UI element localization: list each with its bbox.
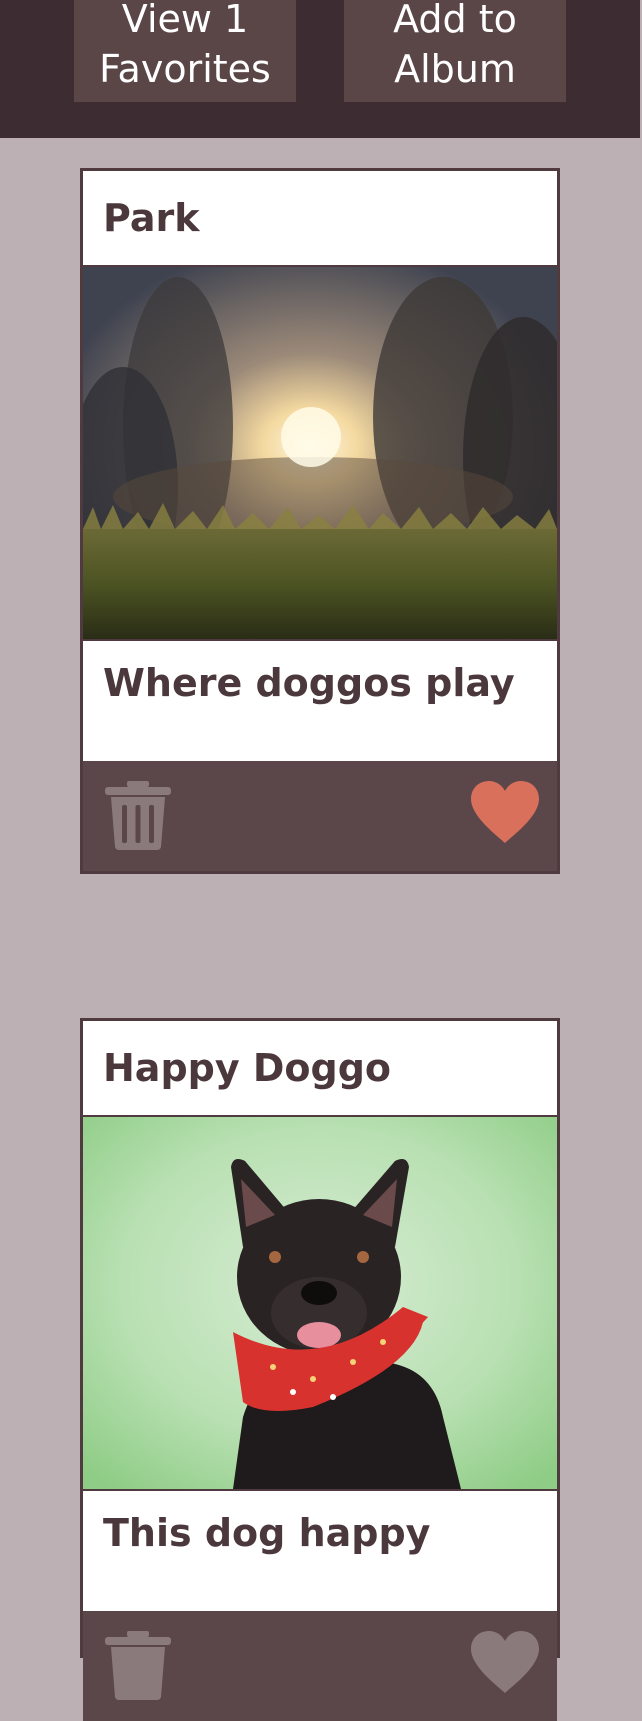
view-favorites-button[interactable]: View 1 Favorites	[74, 0, 296, 102]
card-title: Park	[83, 171, 557, 267]
favorite-heart-icon[interactable]	[469, 779, 541, 845]
trash-icon[interactable]	[103, 779, 173, 851]
card-caption: This dog happy	[83, 1489, 557, 1611]
photo-card: Happy Doggo This dog happy	[80, 1018, 560, 1721]
card-actions	[83, 1611, 557, 1721]
add-to-album-button[interactable]: Add to Album	[344, 0, 566, 102]
card-image-park[interactable]	[83, 267, 557, 639]
view-favorites-label-line2: Favorites	[99, 47, 271, 91]
add-to-album-label-line2: Album	[394, 47, 516, 91]
trash-icon[interactable]	[103, 1629, 173, 1701]
card-title: Happy Doggo	[83, 1021, 557, 1117]
photo-card: Park Where doggos play	[80, 168, 560, 874]
card-image-dog[interactable]	[83, 1117, 557, 1489]
favorite-heart-icon[interactable]	[469, 1629, 541, 1695]
add-to-album-label-line1: Add to	[393, 0, 517, 41]
card-caption: Where doggos play	[83, 639, 557, 761]
card-actions	[83, 761, 557, 871]
view-favorites-label-line1: View 1	[121, 0, 249, 41]
top-toolbar: View 1 Favorites Add to Album	[0, 0, 640, 138]
